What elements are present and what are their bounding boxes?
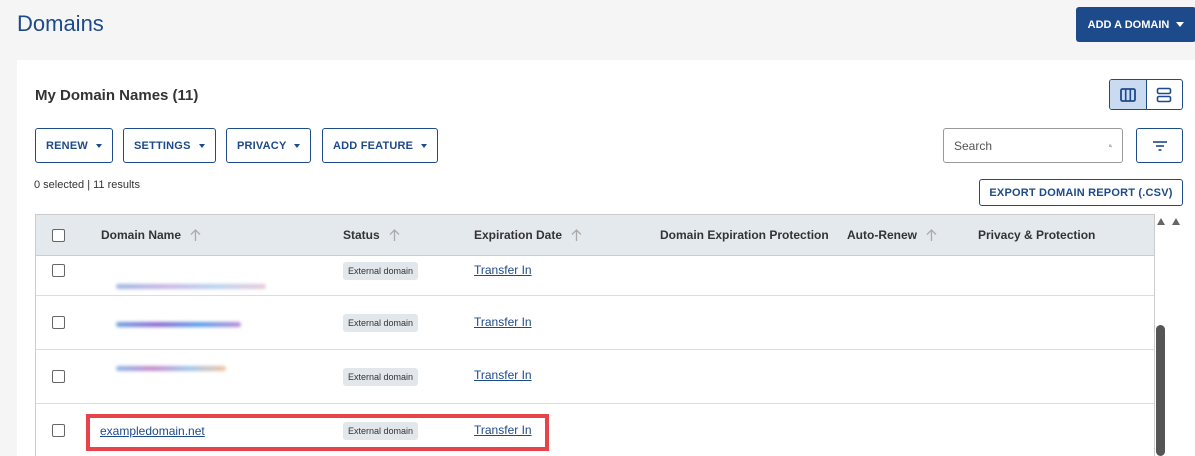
scrollbar-thumb[interactable]: [1156, 325, 1165, 456]
row-checkbox[interactable]: [52, 264, 65, 277]
card-title: My Domain Names (11): [35, 87, 199, 104]
table-row[interactable]: External domain Transfer In: [36, 296, 1154, 350]
transfer-in-link[interactable]: Transfer In: [474, 315, 532, 329]
col-privacy-protection: Privacy & Protection: [978, 228, 1096, 242]
caret-down-icon: [198, 143, 205, 148]
row-checkbox[interactable]: [52, 370, 65, 383]
scroll-up-arrow-icon[interactable]: [1157, 218, 1165, 225]
renew-button[interactable]: RENEW: [35, 128, 113, 163]
filter-icon: [1152, 140, 1167, 151]
table-row[interactable]: External domain Transfer In: [36, 242, 1154, 296]
redacted-domain: [116, 322, 241, 327]
add-feature-button[interactable]: ADD FEATURE: [322, 128, 439, 163]
transfer-in-link[interactable]: Transfer In: [474, 263, 532, 277]
caret-down-icon: [294, 143, 301, 148]
status-badge: External domain: [343, 314, 419, 332]
add-domain-button[interactable]: ADD A DOMAIN: [1076, 7, 1195, 42]
col-domain-name[interactable]: Domain Name: [101, 228, 202, 242]
caret-down-icon: [421, 143, 428, 148]
caret-down-icon: [1176, 22, 1185, 27]
view-toggle: [1109, 79, 1183, 110]
settings-label: SETTINGS: [134, 139, 191, 152]
sort-arrow-icon: [389, 228, 400, 241]
add-domain-label: ADD A DOMAIN: [1087, 18, 1170, 31]
col-auto-renew[interactable]: Auto-Renew: [847, 228, 938, 242]
select-all-checkbox[interactable]: [52, 229, 65, 242]
search-icon[interactable]: [1109, 139, 1112, 153]
filter-button[interactable]: [1136, 128, 1183, 163]
redacted-domain: [116, 366, 226, 371]
settings-button[interactable]: SETTINGS: [123, 128, 216, 163]
column-view-icon: [1119, 87, 1136, 102]
row-view-icon: [1156, 87, 1172, 102]
highlight-box: [86, 414, 549, 451]
col-status[interactable]: Status: [343, 228, 401, 242]
status-badge: External domain: [343, 368, 419, 386]
sort-arrow-icon: [190, 228, 201, 241]
selection-info: 0 selected | 11 results: [34, 179, 140, 191]
column-view-button[interactable]: [1110, 80, 1146, 109]
sort-arrow-icon: [926, 228, 937, 241]
search-box: [943, 128, 1123, 163]
col-expiration-date[interactable]: Expiration Date: [474, 228, 583, 242]
redacted-domain: [116, 284, 266, 289]
sort-arrow-icon: [571, 228, 582, 241]
page-title: Domains: [17, 11, 104, 36]
privacy-label: PRIVACY: [237, 139, 287, 152]
row-view-button[interactable]: [1145, 80, 1183, 109]
export-report-button[interactable]: EXPORT DOMAIN REPORT (.CSV): [979, 179, 1183, 206]
add-feature-label: ADD FEATURE: [333, 139, 414, 152]
row-checkbox[interactable]: [52, 316, 65, 329]
privacy-button[interactable]: PRIVACY: [226, 128, 312, 163]
row-checkbox[interactable]: [52, 424, 65, 437]
scroll-up-arrow-icon[interactable]: [1172, 218, 1180, 225]
caret-down-icon: [95, 143, 102, 148]
status-badge: External domain: [343, 262, 419, 280]
table-row[interactable]: External domain Transfer In: [36, 350, 1154, 404]
renew-label: RENEW: [46, 139, 88, 152]
search-input[interactable]: [954, 138, 1109, 153]
transfer-in-link[interactable]: Transfer In: [474, 368, 532, 382]
col-domain-expiration-protection: Domain Expiration Protection: [660, 228, 829, 242]
domains-card: My Domain Names (11) RENEW SETTINGS PRIV…: [17, 60, 1195, 456]
